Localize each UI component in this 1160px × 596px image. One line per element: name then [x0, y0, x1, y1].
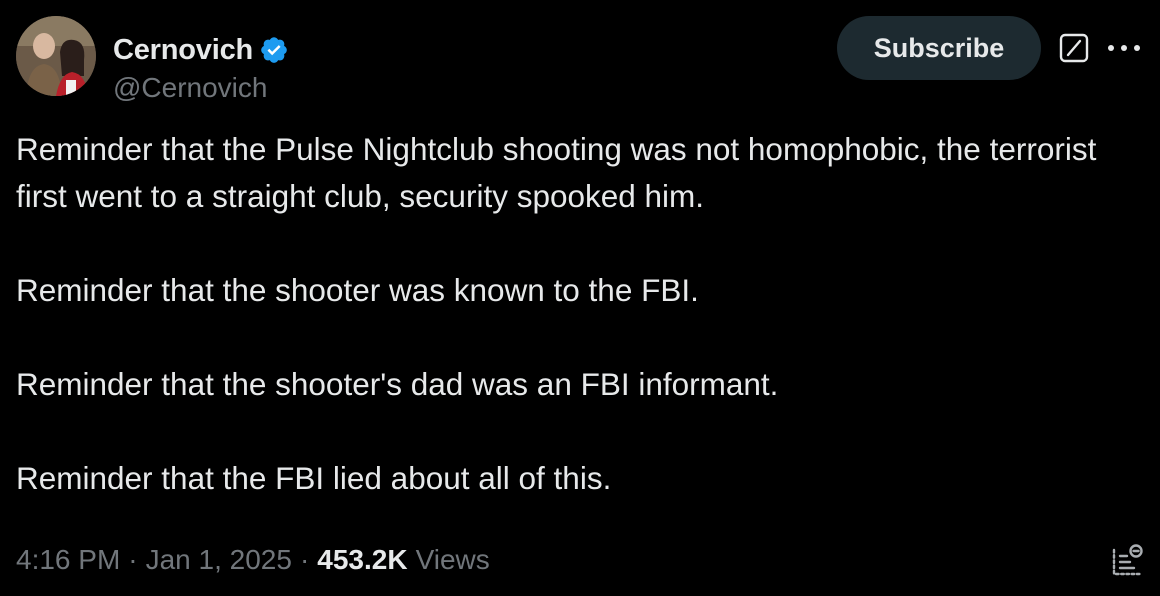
verified-badge-icon — [261, 37, 287, 63]
subscribe-button[interactable]: Subscribe — [837, 16, 1041, 80]
views-count: 453.2K — [317, 544, 408, 575]
views-label: Views — [415, 544, 490, 575]
tweet-paragraph: Reminder that the shooter's dad was an F… — [16, 366, 779, 402]
avatar[interactable] — [16, 16, 96, 96]
display-name[interactable]: Cernovich — [113, 34, 253, 67]
tweet-paragraph: Reminder that the FBI lied about all of … — [16, 460, 612, 496]
tweet-card: Cernovich @Cernovich Subscribe Reminder … — [0, 0, 1160, 596]
meta-separator: · — [128, 544, 138, 575]
tweet-header: Cernovich @Cernovich Subscribe — [16, 16, 1146, 103]
more-icon[interactable] — [1102, 32, 1146, 64]
tweet-paragraph: Reminder that the shooter was known to t… — [16, 272, 699, 308]
grok-icon[interactable] — [1058, 32, 1090, 64]
tweet-meta: 4:16 PM · Jan 1, 2025 · 453.2K Views — [16, 540, 490, 580]
analytics-icon[interactable] — [1110, 542, 1146, 578]
tweet-paragraph: Reminder that the Pulse Nightclub shooti… — [16, 131, 1097, 214]
author-names: Cernovich @Cernovich — [113, 30, 289, 104]
meta-separator: · — [299, 544, 310, 575]
tweet-date[interactable]: Jan 1, 2025 — [146, 544, 292, 576]
tweet-text: Reminder that the Pulse Nightclub shooti… — [16, 126, 1136, 502]
handle[interactable]: @Cernovich — [113, 72, 289, 104]
display-name-row: Cernovich — [113, 30, 289, 70]
tweet-time[interactable]: 4:16 PM — [16, 544, 120, 576]
